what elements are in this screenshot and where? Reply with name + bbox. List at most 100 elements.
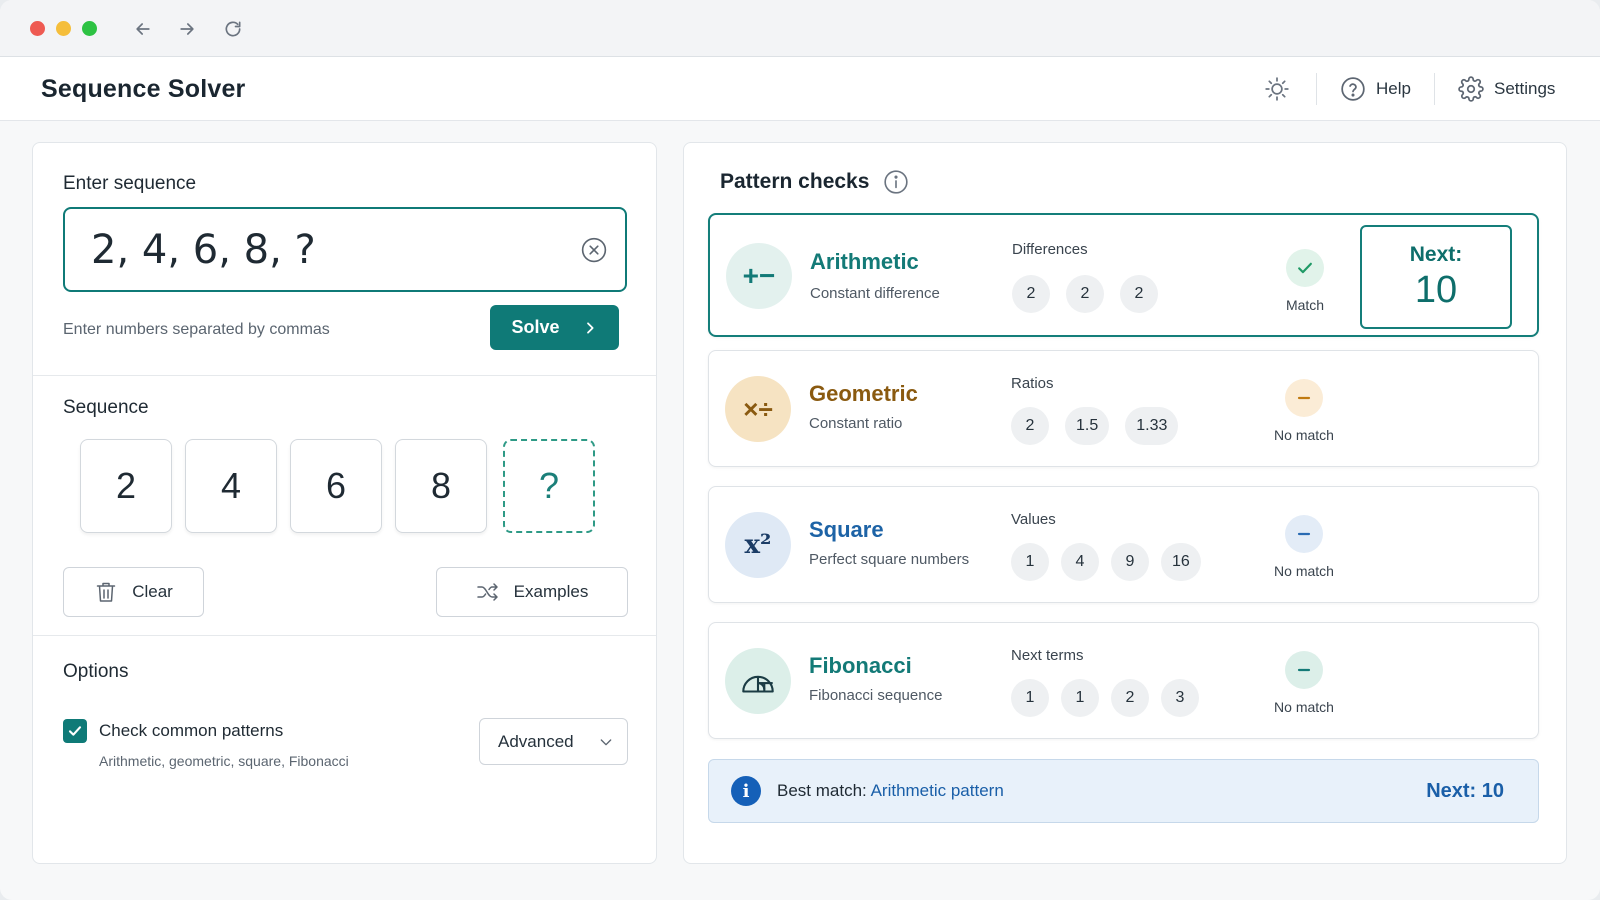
shuffle-icon <box>476 583 498 601</box>
minimize-window-button[interactable] <box>56 21 71 36</box>
input-panel: Enter sequence Enter numbers separated b… <box>32 142 657 864</box>
settings-label: Settings <box>1494 79 1556 98</box>
check-common-patterns-description: Arithmetic, geometric, square, Fibonacci <box>99 753 349 769</box>
enter-sequence-label: Enter sequence <box>63 173 197 194</box>
pattern-values: 1 1 2 3 <box>1011 679 1199 717</box>
info-icon[interactable] <box>883 169 909 195</box>
pattern-checks-title-row: Pattern checks <box>720 169 909 195</box>
chevron-down-icon <box>600 738 611 745</box>
sequence-label: Sequence <box>63 397 149 418</box>
value-chip: 2 <box>1012 275 1050 313</box>
value-chip: 16 <box>1161 543 1201 581</box>
value-chip: 4 <box>1061 543 1099 581</box>
best-match-text: Best match: Arithmetic pattern <box>777 781 1004 801</box>
clear-input-icon[interactable] <box>581 237 607 263</box>
examples-button[interactable]: Examples <box>436 567 628 617</box>
pattern-values: 2 1.5 1.33 <box>1011 407 1179 445</box>
app-header: Sequence Solver Help Settings <box>0 57 1600 121</box>
arithmetic-plus-minus-icon: +− <box>726 243 792 309</box>
best-match-next-value: Next: 10 <box>1426 780 1504 802</box>
best-match-pattern-link[interactable]: Arithmetic pattern <box>871 781 1004 800</box>
help-button[interactable]: Help <box>1340 74 1411 104</box>
best-match-banner: i Best match: Arithmetic pattern Next: 1… <box>708 759 1539 823</box>
value-chip: 3 <box>1161 679 1199 717</box>
options-label: Options <box>63 661 129 682</box>
pattern-values-label: Values <box>1011 511 1056 528</box>
settings-button[interactable]: Settings <box>1458 74 1555 104</box>
pattern-card-geometric[interactable]: ×÷ Geometric Constant ratio Ratios 2 1.5… <box>708 350 1539 467</box>
value-chip: 2 <box>1120 275 1158 313</box>
pattern-values-label: Ratios <box>1011 375 1054 392</box>
theme-toggle-sun-icon[interactable] <box>1262 74 1292 104</box>
check-common-patterns-checkbox[interactable] <box>63 719 87 743</box>
minus-icon <box>1285 379 1323 417</box>
pattern-description: Constant difference <box>810 285 940 302</box>
value-chip: 2 <box>1011 407 1049 445</box>
app-window: Sequence Solver Help Settings Enter sequ… <box>0 0 1600 900</box>
sequence-tile[interactable]: 8 <box>395 439 487 533</box>
browser-toolbar <box>0 0 1600 57</box>
header-divider <box>1434 73 1435 105</box>
next-value-label: Next: <box>1409 242 1463 266</box>
help-question-icon <box>1341 77 1365 101</box>
pattern-values: 1 4 9 16 <box>1011 543 1201 581</box>
forward-arrow-icon[interactable] <box>174 16 200 42</box>
reload-icon[interactable] <box>220 16 246 42</box>
pattern-status-label: Match <box>1285 297 1325 313</box>
pattern-card-square[interactable]: x² Square Perfect square numbers Values … <box>708 486 1539 603</box>
pattern-description: Fibonacci sequence <box>809 687 943 704</box>
check-common-patterns-label: Check common patterns <box>99 721 284 740</box>
pattern-card-fibonacci[interactable]: Fibonacci Fibonacci sequence Next terms … <box>708 622 1539 739</box>
input-hint: Enter numbers separated by commas <box>63 321 330 338</box>
pattern-status: No match <box>1249 515 1359 579</box>
value-chip: 1.5 <box>1065 407 1110 445</box>
pattern-description: Constant ratio <box>809 415 903 432</box>
sequence-input-container <box>63 207 627 292</box>
pattern-name: Fibonacci <box>809 653 912 678</box>
pattern-description: Perfect square numbers <box>809 551 970 568</box>
section-divider <box>33 375 656 376</box>
match-check-icon <box>1286 249 1324 287</box>
sequence-tile[interactable]: 6 <box>290 439 382 533</box>
check-common-patterns-row[interactable]: Check common patterns <box>63 719 283 743</box>
minus-icon <box>1285 651 1323 689</box>
pattern-name: Square <box>809 517 884 542</box>
solve-label: Solve <box>511 317 560 337</box>
value-chip: 1 <box>1011 679 1049 717</box>
value-chip: 1 <box>1011 543 1049 581</box>
pattern-status: No match <box>1249 379 1359 443</box>
header-divider <box>1316 73 1317 105</box>
sequence-tile[interactable]: 2 <box>80 439 172 533</box>
unknown-term-tile[interactable]: ? <box>503 439 595 533</box>
pattern-checks-panel: Pattern checks +− Arithmetic Constant di… <box>683 142 1567 864</box>
next-value: 10 <box>1414 268 1458 311</box>
app-title: Sequence Solver <box>41 75 246 103</box>
back-arrow-icon[interactable] <box>130 16 156 42</box>
pattern-status: Match <box>1250 249 1360 313</box>
pattern-card-arithmetic[interactable]: +− Arithmetic Constant difference Differ… <box>708 213 1539 337</box>
section-divider <box>33 635 656 636</box>
geometric-multiply-divide-icon: ×÷ <box>725 376 791 442</box>
best-match-prefix: Best match: <box>777 781 867 800</box>
next-value-box: Next: 10 <box>1360 225 1512 329</box>
close-window-button[interactable] <box>30 21 45 36</box>
info-icon: i <box>731 776 761 806</box>
pattern-values: 2 2 2 <box>1012 275 1158 313</box>
value-chip: 2 <box>1111 679 1149 717</box>
trash-icon <box>96 582 116 602</box>
pattern-values-label: Differences <box>1012 241 1088 258</box>
minus-icon <box>1285 515 1323 553</box>
solve-button[interactable]: Solve <box>490 305 619 350</box>
square-x-squared-icon: x² <box>725 512 791 578</box>
clear-button[interactable]: Clear <box>63 567 204 617</box>
sequence-input[interactable] <box>91 223 551 277</box>
mode-select[interactable]: Advanced <box>479 718 628 765</box>
clear-label: Clear <box>132 582 173 601</box>
help-label: Help <box>1376 79 1411 98</box>
pattern-checks-title: Pattern checks <box>720 170 870 193</box>
fibonacci-spiral-icon <box>725 648 791 714</box>
maximize-window-button[interactable] <box>82 21 97 36</box>
sequence-tile[interactable]: 4 <box>185 439 277 533</box>
value-chip: 2 <box>1066 275 1104 313</box>
mode-select-value: Advanced <box>498 731 574 751</box>
